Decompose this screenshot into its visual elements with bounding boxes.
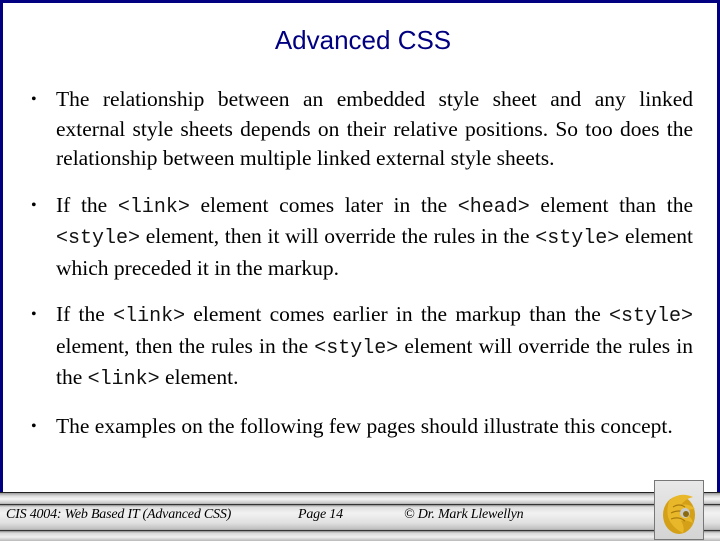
slide: Advanced CSS • The relationship between a…	[0, 0, 720, 540]
code-tag: <style>	[535, 227, 620, 250]
code-tag: <link>	[87, 368, 160, 391]
bullet-text-segment: element, then it will override the rules…	[140, 224, 536, 248]
bullet-dot-icon: •	[31, 306, 37, 323]
bullet-text-segment: The relationship between an embedded sty…	[56, 87, 693, 170]
bullet-item: • If the <link> element comes later in th…	[25, 191, 693, 284]
code-tag: <link>	[117, 195, 190, 219]
code-tag: <style>	[56, 227, 141, 250]
footer-divider	[0, 504, 720, 505]
code-tag: <link>	[113, 305, 186, 328]
bullet-item: • The examples on the following few pages…	[25, 412, 693, 442]
bullet-dot-icon: •	[31, 91, 37, 108]
bullet-text-segment: element comes earlier in the markup than…	[185, 302, 609, 326]
slide-title: Advanced CSS	[274, 25, 452, 55]
bullet-item: • The relationship between an embedded st…	[25, 85, 693, 174]
footer-divider	[0, 530, 720, 531]
bullet-dot-icon: •	[31, 417, 37, 435]
footer-copyright: © Dr. Mark Llewellyn	[404, 507, 524, 522]
code-tag: <style>	[608, 305, 693, 328]
footer-page-number: Page 14	[298, 507, 343, 522]
bullet-dot-icon: •	[31, 196, 37, 214]
bullet-text: If the <link> element comes earlier in t…	[56, 302, 693, 391]
code-tag: <head>	[457, 195, 530, 219]
footer-course: CIS 4004: Web Based IT (Advanced CSS)	[6, 507, 232, 522]
bullet-item: • If the <link> element comes earlier in …	[25, 300, 693, 395]
pegasus-logo-icon	[663, 494, 695, 534]
bullet-text-segment: If the	[56, 192, 118, 217]
bullet-text-segment: element.	[159, 365, 239, 389]
code-tag: <style>	[314, 336, 399, 360]
logo-box	[654, 480, 704, 540]
bullet-text-segment: The examples on the following few pages …	[56, 413, 673, 438]
bullet-text: If the <link> element comes later in the…	[56, 193, 693, 280]
bullet-text-segment: If the	[56, 302, 114, 326]
bullet-list: • The relationship between an embedded st…	[25, 85, 693, 458]
bullet-text: The examples on the following few pages …	[56, 414, 673, 438]
bullet-text-segment: element than the	[529, 192, 693, 217]
bullet-text-segment: element, then the rules in the	[56, 333, 315, 358]
bullet-text-segment: element comes later in the	[189, 192, 458, 217]
bullet-text: The relationship between an embedded sty…	[56, 87, 693, 170]
